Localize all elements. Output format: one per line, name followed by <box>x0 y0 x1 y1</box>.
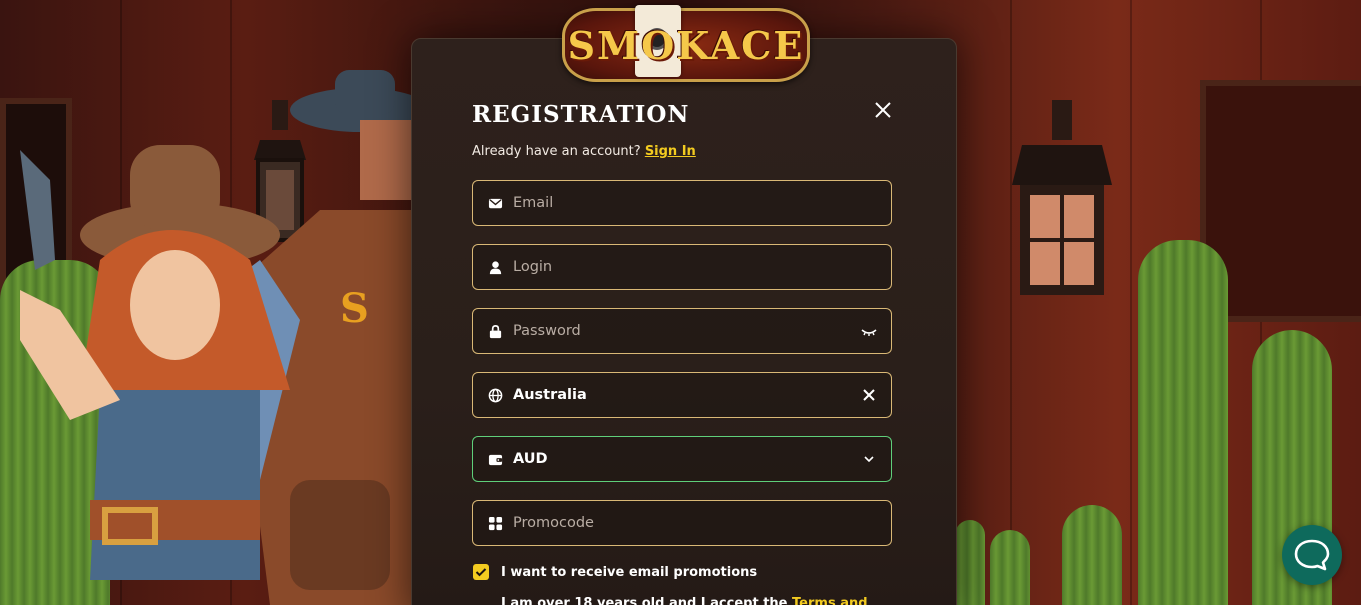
svg-text:S: S <box>340 285 369 332</box>
login-field[interactable]: Login <box>472 244 892 290</box>
currency-select[interactable]: AUD <box>472 436 892 482</box>
terms-link[interactable]: Terms and <box>792 596 868 605</box>
password-field[interactable]: Password <box>472 308 892 354</box>
cactus <box>1138 240 1228 605</box>
email-promotions-label: I want to receive email promotions <box>501 565 758 580</box>
close-icon[interactable] <box>872 99 894 121</box>
cowboy-characters-illustration: S <box>20 70 420 605</box>
age-terms-text: I am over 18 years old and I accept the <box>501 596 788 605</box>
signin-prompt: Already have an account? Sign In <box>472 144 696 159</box>
smokace-logo: SMOKACE <box>562 5 810 82</box>
cactus <box>990 530 1030 605</box>
country-value: Australia <box>513 387 587 403</box>
gift-icon <box>488 516 503 531</box>
eye-closed-icon[interactable] <box>861 323 877 339</box>
wall-plank <box>1130 0 1132 605</box>
user-icon <box>489 261 502 275</box>
signin-link[interactable]: Sign In <box>645 144 696 159</box>
clear-icon[interactable] <box>861 387 877 403</box>
live-chat-button[interactable] <box>1282 525 1342 585</box>
cactus <box>1062 505 1122 605</box>
lantern-icon <box>1012 100 1112 295</box>
cactus <box>955 520 985 605</box>
globe-icon <box>488 388 503 403</box>
chat-bubble-icon <box>1294 539 1330 571</box>
chevron-down-icon[interactable] <box>861 451 877 467</box>
password-placeholder: Password <box>513 323 581 339</box>
signin-prompt-text: Already have an account? <box>472 144 641 159</box>
lock-icon <box>489 325 502 339</box>
modal-title: REGISTRATION <box>472 101 690 128</box>
email-promotions-checkbox[interactable] <box>473 564 489 580</box>
checkmark-icon <box>475 568 487 577</box>
email-placeholder: Email <box>513 195 554 211</box>
logo-text: SMOKACE <box>567 23 805 68</box>
promocode-field[interactable]: Promocode <box>472 500 892 546</box>
wallet-icon <box>488 454 503 466</box>
login-placeholder: Login <box>513 259 553 275</box>
email-field[interactable]: Email <box>472 180 892 226</box>
mail-icon <box>488 198 503 209</box>
page-background: S SMOKACE REGISTRATION Already have an a… <box>0 0 1361 605</box>
country-select[interactable]: Australia <box>472 372 892 418</box>
promocode-placeholder: Promocode <box>513 515 594 531</box>
age-terms-label: I am over 18 years old and I accept the … <box>501 596 868 605</box>
currency-value: AUD <box>513 451 548 467</box>
